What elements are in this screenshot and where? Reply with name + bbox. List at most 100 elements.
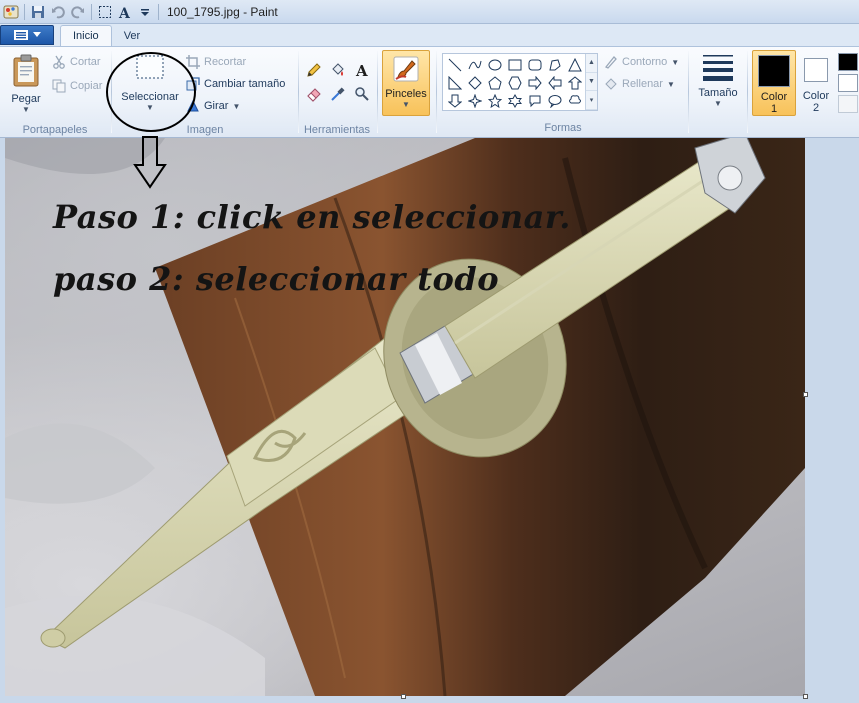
- menu-icon: [14, 30, 28, 40]
- hexagon-shape-icon[interactable]: [505, 74, 525, 92]
- toolbar-separator: [158, 3, 159, 20]
- up-arrow-shape-icon[interactable]: [565, 74, 585, 92]
- copy-icon: [52, 79, 66, 93]
- image-canvas[interactable]: Paso 1: click en seleccionar. paso 2: se…: [5, 138, 805, 696]
- clipboard-group: Pegar ▼ Cortar Copiar Portapapeles: [0, 49, 110, 137]
- select-icon[interactable]: [96, 3, 114, 21]
- scroll-up-icon[interactable]: ▲: [586, 54, 597, 73]
- tab-ver[interactable]: Ver: [112, 25, 153, 46]
- scroll-down-icon[interactable]: ▼: [586, 73, 597, 92]
- down-arrow-shape-icon[interactable]: [445, 92, 465, 110]
- five-point-star-shape-icon[interactable]: [485, 92, 505, 110]
- brushes-button[interactable]: Pinceles ▼: [382, 50, 430, 116]
- color2-button[interactable]: Color 2: [798, 50, 834, 114]
- paint-app-icon[interactable]: [2, 3, 20, 21]
- diamond-shape-icon[interactable]: [465, 74, 485, 92]
- pencil-icon[interactable]: [303, 59, 325, 81]
- shapes-gallery: ▲ ▼ ▾: [442, 53, 598, 111]
- redo-icon[interactable]: [69, 3, 87, 21]
- ribbon-tab-row: Inicio Ver: [0, 24, 859, 46]
- resize-button[interactable]: Cambiar tamaño: [186, 77, 285, 91]
- clipboard-group-label: Portapapeles: [22, 124, 88, 136]
- rectangle-shape-icon[interactable]: [505, 56, 525, 74]
- oval-callout-shape-icon[interactable]: [545, 92, 565, 110]
- size-button[interactable]: Tamaño ▼: [694, 53, 742, 108]
- rounded-callout-shape-icon[interactable]: [525, 92, 545, 110]
- color1-button[interactable]: Color 1: [752, 50, 796, 116]
- shapes-group-label: Formas: [544, 122, 582, 134]
- group-separator: [377, 51, 378, 133]
- scissors-icon: [53, 55, 65, 69]
- fill-button[interactable]: Rellenar ▼: [604, 77, 675, 91]
- pentagon-shape-icon[interactable]: [485, 74, 505, 92]
- color1-label: Color: [760, 91, 788, 103]
- group-separator: [436, 51, 437, 133]
- tools-grid: A: [303, 59, 373, 105]
- chevron-down-icon: ▼: [22, 105, 30, 114]
- resize-label: Cambiar tamaño: [204, 78, 286, 90]
- fill-bucket-icon: [605, 78, 617, 90]
- polygon-shape-icon[interactable]: [545, 56, 565, 74]
- color1-swatch: [758, 55, 790, 87]
- tab-inicio[interactable]: Inicio: [60, 25, 112, 46]
- undo-icon[interactable]: [49, 3, 67, 21]
- tools-group: A Herramientas: [299, 49, 375, 137]
- rotate-label: Girar: [204, 100, 229, 112]
- fill-label: Rellenar: [622, 78, 663, 90]
- chevron-down-icon: ▼: [232, 101, 241, 111]
- color2-swatch: [804, 58, 828, 82]
- expand-gallery-icon[interactable]: ▾: [586, 91, 597, 111]
- resize-handle-right[interactable]: [803, 392, 808, 397]
- cut-button[interactable]: Cortar: [52, 55, 101, 69]
- fill-icon[interactable]: [327, 59, 349, 81]
- text-tool-icon[interactable]: A: [351, 59, 373, 81]
- color2-number: 2: [812, 102, 820, 114]
- eraser-icon[interactable]: [303, 83, 325, 105]
- instruction-step-1: Paso 1: click en seleccionar.: [53, 198, 571, 236]
- curve-shape-icon[interactable]: [465, 56, 485, 74]
- line-shape-icon[interactable]: [445, 56, 465, 74]
- crop-button[interactable]: Recortar: [186, 55, 246, 69]
- magnifier-icon[interactable]: [351, 83, 373, 105]
- size-label: Tamaño: [698, 87, 738, 99]
- right-arrow-shape-icon[interactable]: [525, 74, 545, 92]
- cut-label: Cortar: [70, 56, 101, 68]
- outline-icon: [604, 56, 617, 69]
- brush-icon: [393, 56, 419, 82]
- quick-access-toolbar: A: [0, 0, 161, 24]
- svg-text:A: A: [355, 62, 368, 78]
- palette-white-swatch[interactable]: [838, 74, 858, 92]
- crop-label: Recortar: [204, 56, 247, 68]
- line-width-icon: [703, 55, 733, 81]
- paste-button[interactable]: Pegar ▼: [6, 53, 46, 114]
- rounded-rectangle-shape-icon[interactable]: [525, 56, 545, 74]
- customize-qat-icon[interactable]: [136, 3, 154, 21]
- paint-menu-button[interactable]: [0, 25, 54, 45]
- oval-shape-icon[interactable]: [485, 56, 505, 74]
- chevron-down-icon: ▼: [714, 99, 722, 108]
- chevron-down-icon: ▼: [671, 57, 680, 67]
- save-icon[interactable]: [29, 3, 47, 21]
- palette-empty-swatch[interactable]: [838, 95, 858, 113]
- palette-black-swatch[interactable]: [838, 53, 858, 71]
- down-arrow-annotation: [133, 136, 167, 189]
- chevron-down-icon: ▼: [666, 79, 675, 89]
- tools-group-label: Herramientas: [303, 124, 371, 136]
- chevron-down-icon: [33, 32, 41, 37]
- text-icon[interactable]: A: [116, 3, 134, 21]
- shapes-scrollbar[interactable]: ▲ ▼ ▾: [585, 54, 597, 111]
- instruction-step-2: paso 2: seleccionar todo: [53, 260, 500, 298]
- six-point-star-shape-icon[interactable]: [505, 92, 525, 110]
- resize-handle-corner[interactable]: [803, 694, 808, 699]
- left-arrow-shape-icon[interactable]: [545, 74, 565, 92]
- copy-label: Copiar: [70, 80, 103, 92]
- four-point-star-shape-icon[interactable]: [465, 92, 485, 110]
- color-picker-icon[interactable]: [327, 83, 349, 105]
- copy-button[interactable]: Copiar: [52, 79, 102, 93]
- outline-button[interactable]: Contorno ▼: [604, 55, 679, 69]
- triangle-shape-icon[interactable]: [565, 56, 585, 74]
- right-triangle-shape-icon[interactable]: [445, 74, 465, 92]
- clipboard-icon: [13, 54, 39, 87]
- cloud-callout-shape-icon[interactable]: [565, 92, 585, 110]
- resize-handle-bottom[interactable]: [401, 694, 406, 699]
